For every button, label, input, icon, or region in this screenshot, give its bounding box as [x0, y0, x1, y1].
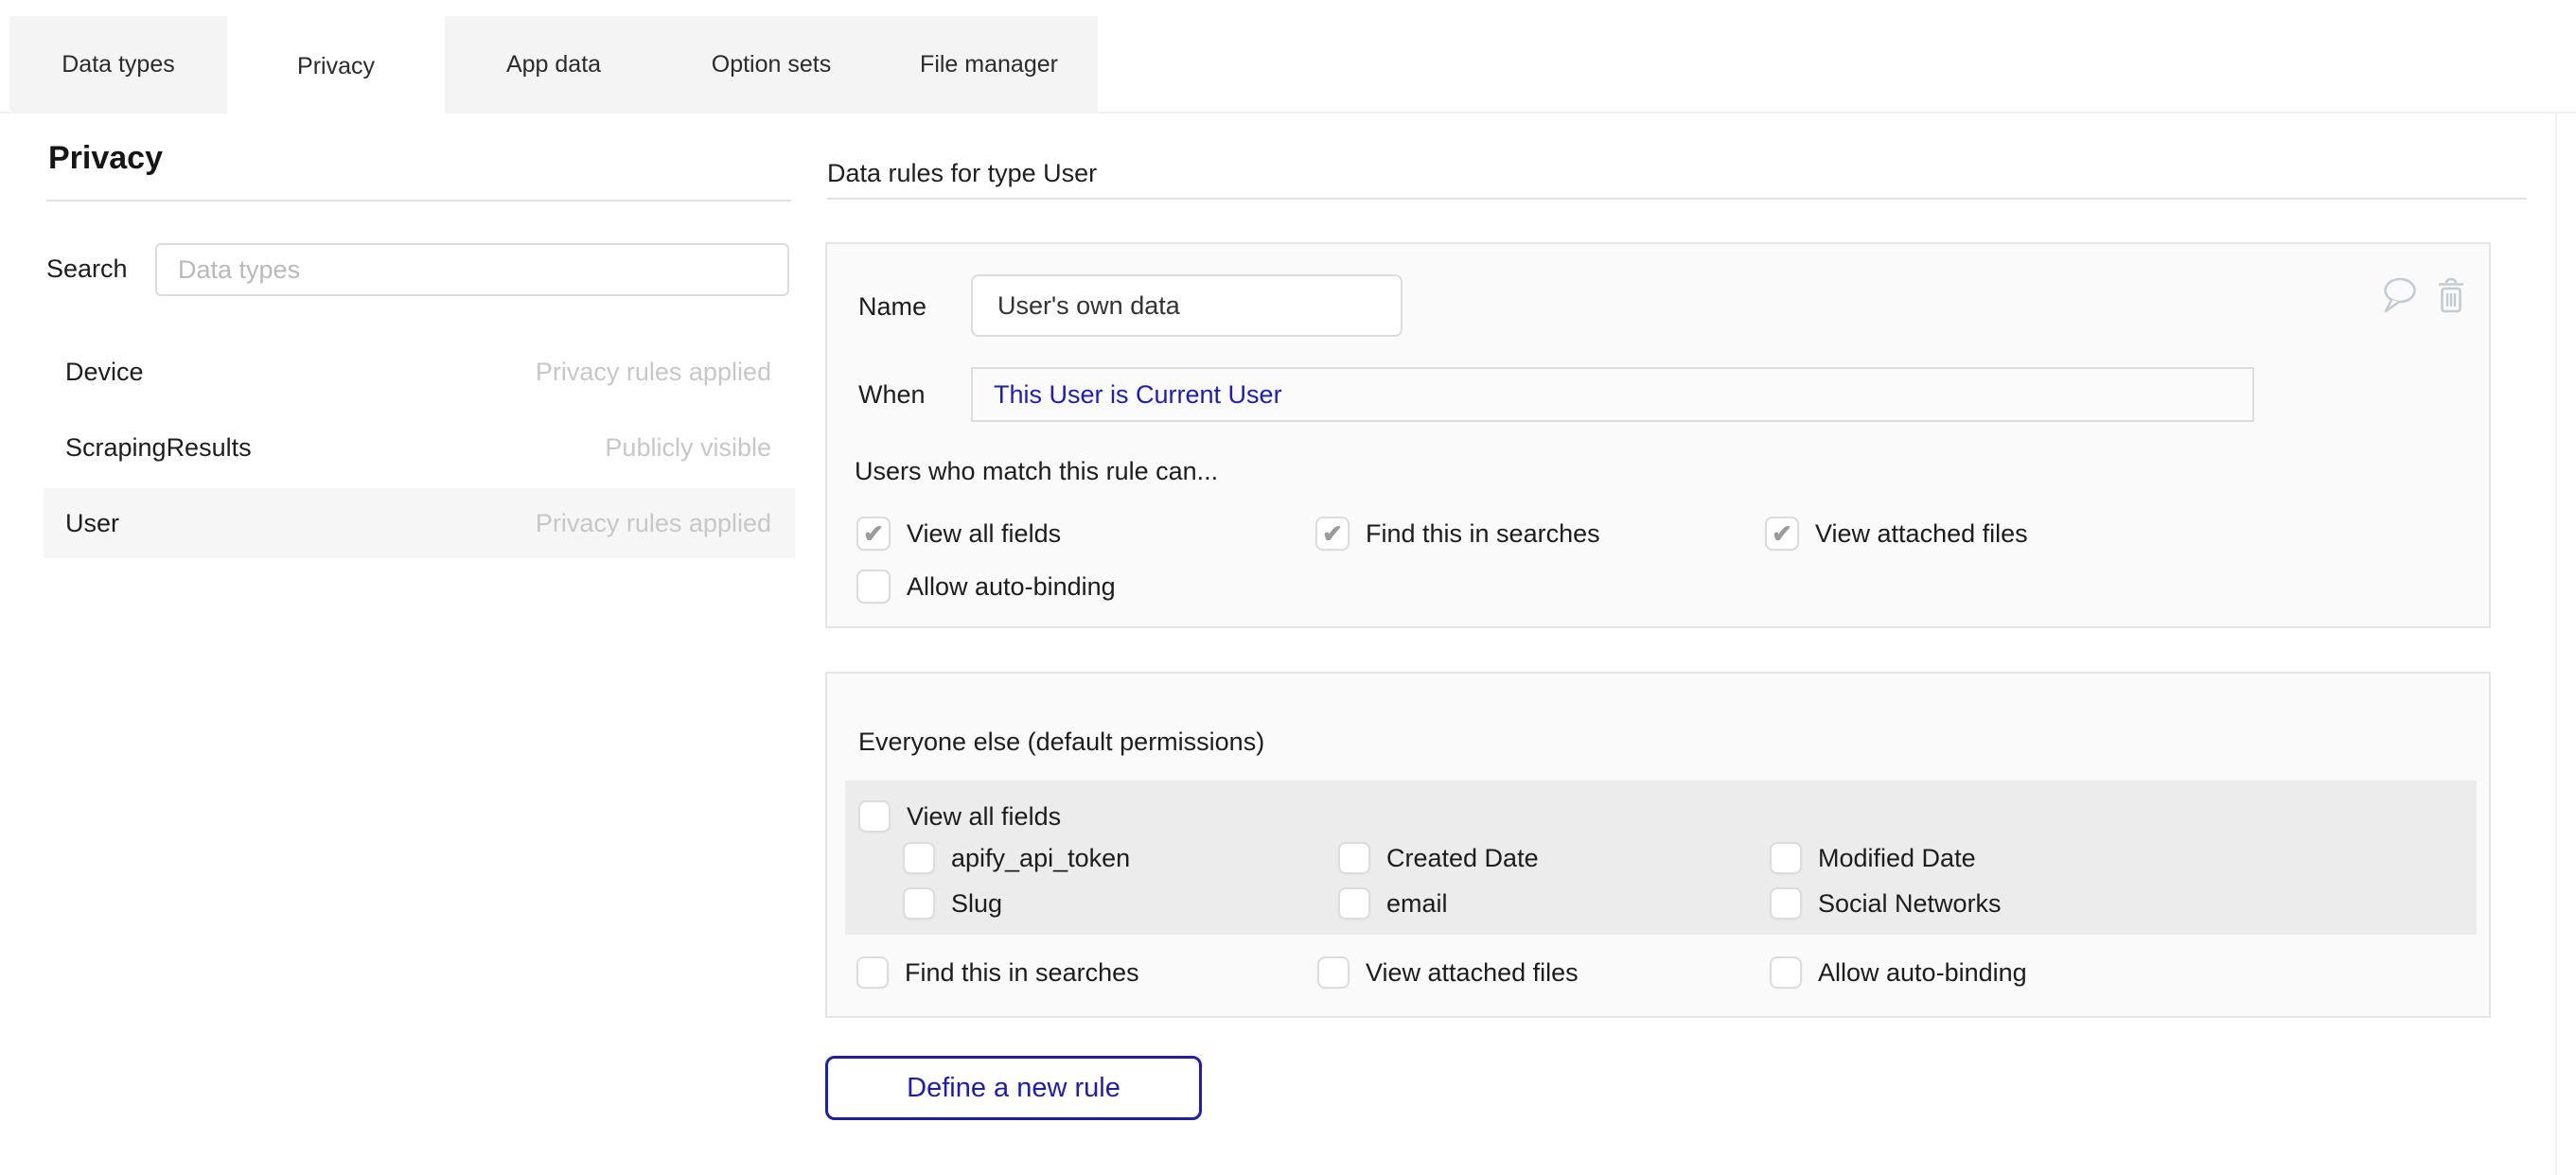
rule-actions: [2381, 276, 2466, 321]
field-created-date[interactable]: Created Date: [1338, 839, 1770, 877]
tab-header: Data types Privacy App data Option sets …: [0, 0, 2576, 114]
tab-app-data[interactable]: App data: [445, 16, 662, 114]
checkbox-unchecked-icon[interactable]: [1317, 956, 1350, 989]
search-input[interactable]: [155, 243, 789, 296]
sidebar-divider: [46, 200, 791, 202]
fields-box: View all fields apify_api_token Created …: [845, 780, 2477, 935]
field-checkbox-grid: apify_api_token Created Date Modified Da…: [903, 839, 2002, 922]
data-type-name: Device: [65, 358, 144, 387]
default-allow-auto-binding[interactable]: Allow auto-binding: [1770, 954, 2027, 991]
permissions-intro: Users who match this rule can...: [855, 454, 1218, 488]
data-type-name: User: [65, 509, 119, 538]
permission-view-attached-files[interactable]: View attached files: [1765, 515, 2028, 552]
data-type-list: Device Privacy rules applied ScrapingRes…: [44, 337, 795, 564]
field-email[interactable]: email: [1338, 885, 1770, 922]
checkbox-unchecked-icon[interactable]: [858, 800, 891, 833]
data-type-status: Privacy rules applied: [536, 509, 771, 538]
content-right-border: [2555, 114, 2557, 1175]
default-permissions-heading: Everyone else (default permissions): [858, 728, 1264, 757]
tab-option-sets[interactable]: Option sets: [662, 16, 880, 114]
field-apify-api-token[interactable]: apify_api_token: [903, 839, 1338, 877]
data-rules-heading: Data rules for type User: [827, 159, 1097, 188]
field-modified-date[interactable]: Modified Date: [1770, 839, 2002, 877]
rule-name-label: Name: [858, 275, 926, 338]
default-find-in-searches[interactable]: Find this in searches: [856, 954, 1317, 991]
default-view-attached-files[interactable]: View attached files: [1317, 954, 1770, 991]
define-new-rule-button[interactable]: Define a new rule: [825, 1056, 1202, 1120]
tab-file-manager[interactable]: File manager: [880, 16, 1098, 114]
tab-bar: Data types Privacy App data Option sets …: [9, 16, 1098, 114]
checkbox-unchecked-icon[interactable]: [1338, 887, 1370, 920]
default-permissions-panel: Everyone else (default permissions) View…: [825, 672, 2491, 1018]
checkbox-checked-icon[interactable]: [1765, 517, 1799, 551]
default-view-all-fields[interactable]: View all fields: [858, 798, 1061, 835]
field-social-networks[interactable]: Social Networks: [1770, 885, 2002, 922]
comment-icon[interactable]: [2381, 276, 2419, 321]
checkbox-unchecked-icon[interactable]: [903, 887, 935, 920]
checkbox-checked-icon[interactable]: [1315, 517, 1350, 551]
trash-icon[interactable]: [2436, 276, 2466, 321]
tab-data-types[interactable]: Data types: [9, 16, 227, 114]
search-label: Search: [46, 243, 128, 294]
rule-name-input[interactable]: [971, 274, 1403, 337]
permission-find-in-searches[interactable]: Find this in searches: [1315, 515, 1765, 552]
tab-privacy[interactable]: Privacy: [227, 16, 445, 117]
data-type-row-device[interactable]: Device Privacy rules applied: [44, 337, 795, 407]
data-type-status: Privacy rules applied: [536, 358, 771, 387]
permission-allow-auto-binding[interactable]: Allow auto-binding: [856, 568, 1315, 605]
rule-when-label: When: [858, 367, 926, 422]
page-title: Privacy: [48, 140, 163, 177]
checkbox-unchecked-icon[interactable]: [903, 842, 935, 874]
checkbox-unchecked-icon[interactable]: [1770, 887, 1802, 920]
checkbox-unchecked-icon[interactable]: [1770, 956, 1802, 989]
privacy-page: Data types Privacy App data Option sets …: [0, 0, 2576, 1175]
data-type-row-user[interactable]: User Privacy rules applied: [44, 488, 795, 558]
rule-permissions: View all fields Find this in searches Vi…: [856, 515, 2028, 605]
rule-panel: Name When This User is: [825, 242, 2491, 628]
checkbox-unchecked-icon[interactable]: [1338, 842, 1370, 874]
checkbox-unchecked-icon[interactable]: [856, 570, 891, 604]
rule-when-condition[interactable]: This User is Current User: [971, 367, 2254, 422]
data-type-row-scrapingresults[interactable]: ScrapingResults Publicly visible: [44, 412, 795, 482]
data-type-name: ScrapingResults: [65, 433, 252, 463]
checkbox-unchecked-icon[interactable]: [1770, 842, 1802, 874]
checkbox-checked-icon[interactable]: [856, 517, 891, 551]
checkbox-unchecked-icon[interactable]: [856, 956, 889, 989]
default-permissions-row: Find this in searches View attached file…: [856, 954, 2027, 991]
permission-view-all-fields[interactable]: View all fields: [856, 515, 1315, 552]
main-divider: [827, 198, 2527, 200]
field-slug[interactable]: Slug: [903, 885, 1338, 922]
data-type-status: Publicly visible: [605, 433, 771, 463]
